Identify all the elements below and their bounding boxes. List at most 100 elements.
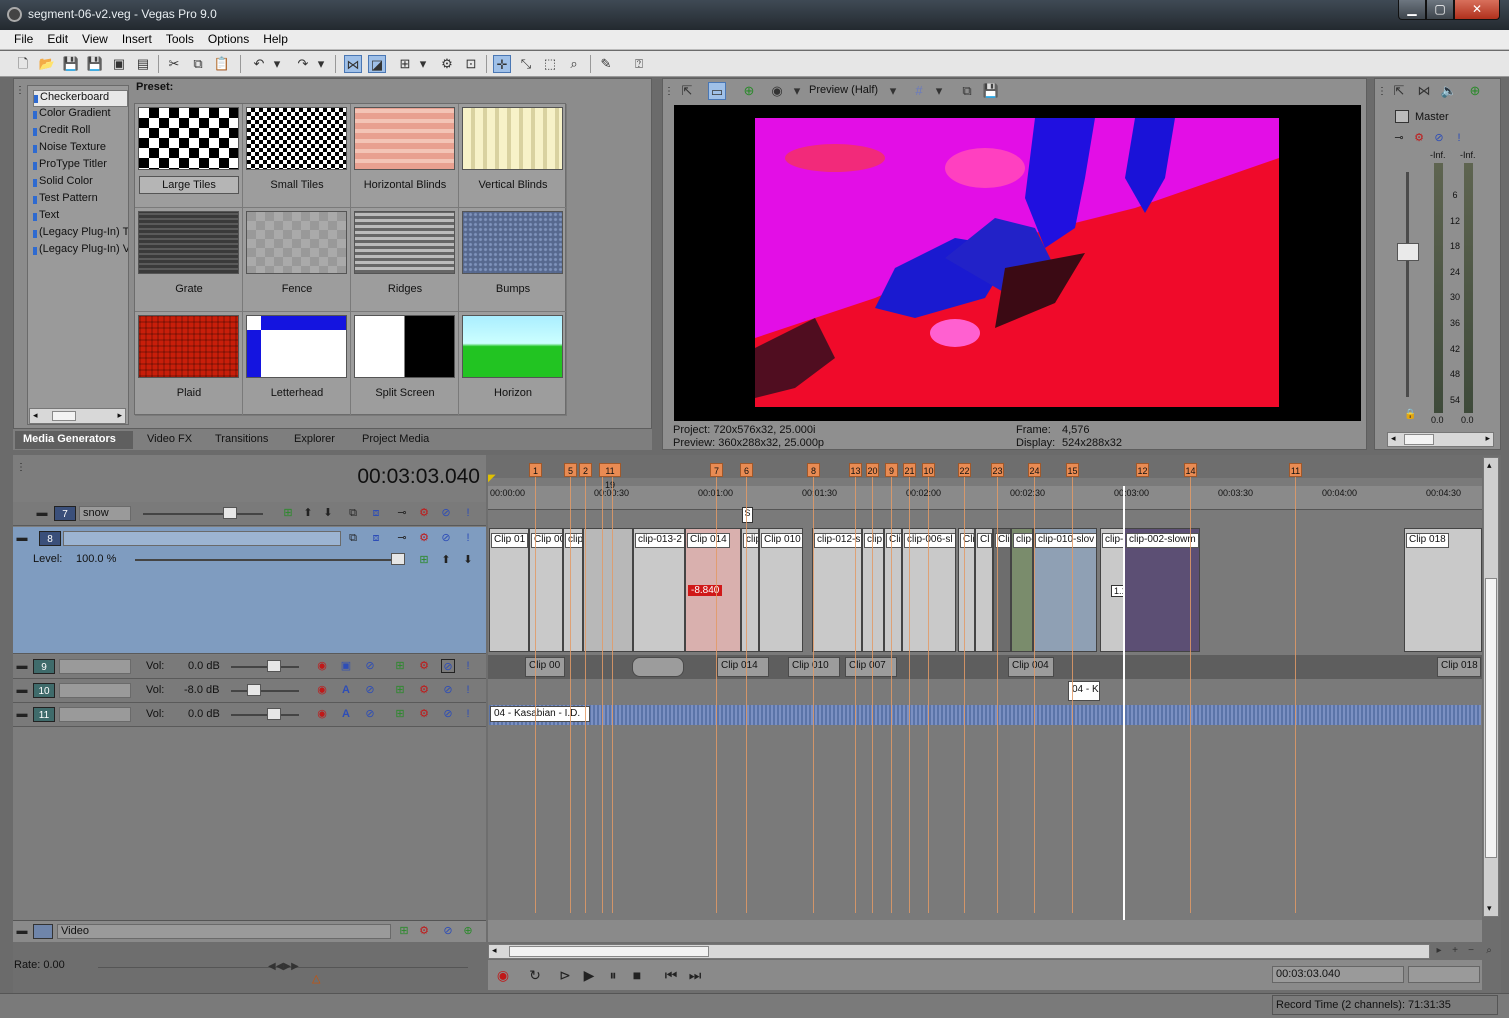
track-fx-gear-icon[interactable]: ⚙ [417, 707, 431, 721]
preset-small-tiles[interactable]: Small Tiles [243, 104, 351, 208]
envelope-tool-icon[interactable]: ⤡ [517, 55, 535, 73]
marker[interactable]: 6 [740, 463, 753, 477]
record-icon[interactable]: ◉ [494, 966, 512, 984]
save-snapshot-icon[interactable]: 💾 [982, 82, 1000, 100]
loop-playback-icon[interactable]: ↻ [526, 966, 544, 984]
undo-dropdown-icon[interactable]: ▾ [272, 55, 282, 73]
generator-item[interactable]: Credit Roll [33, 124, 128, 141]
marker[interactable]: 11 19 [599, 463, 621, 490]
render-icon[interactable]: ▣ [110, 55, 128, 73]
mute-icon[interactable]: ⊘ [1432, 131, 1446, 145]
panel-grip-icon[interactable]: ⋮ [1377, 86, 1387, 97]
solo-icon[interactable]: ! [461, 531, 475, 545]
track-minimize-icon[interactable]: ▬ [15, 707, 29, 721]
panel-grip-icon[interactable]: ⋮ [15, 85, 25, 96]
track-fx-gear-icon[interactable]: ⚙ [417, 683, 431, 697]
minimize-button[interactable]: ▁ [1398, 0, 1426, 20]
redo-icon[interactable]: ↷ [294, 55, 312, 73]
video-clip[interactable]: clip [563, 528, 583, 652]
mute-icon[interactable]: ⊘ [441, 683, 455, 697]
menu-view[interactable]: View [75, 30, 115, 46]
region-marker[interactable]: S [742, 507, 753, 523]
composite-slider-thumb[interactable] [223, 507, 237, 519]
overlays-icon[interactable]: # [910, 82, 928, 100]
invert-phase-icon[interactable]: ⊘ [363, 707, 377, 721]
track-minimize-icon[interactable]: ▬ [15, 531, 29, 545]
zoom-in-icon[interactable]: + [1448, 944, 1462, 958]
scroll-thumb[interactable] [1485, 578, 1497, 858]
quality-dropdown-icon[interactable]: ▾ [888, 82, 898, 100]
generator-item[interactable]: Color Gradient [33, 107, 128, 124]
master-properties-icon[interactable]: ⇱ [1390, 82, 1408, 100]
preset-horizontal-blinds[interactable]: Horizontal Blinds [351, 104, 459, 208]
marker[interactable]: 21 [903, 463, 916, 477]
track-name[interactable] [59, 707, 131, 722]
arm-record-icon[interactable]: ◉ [315, 707, 329, 721]
video-fx-icon[interactable]: ⊕ [740, 82, 758, 100]
playhead[interactable] [1123, 486, 1125, 942]
tab-media-generators[interactable]: Media Generators [15, 431, 133, 449]
make-compositing-child-icon[interactable]: ⧈ [369, 531, 383, 545]
help-pointer-icon[interactable]: ⍰ [630, 55, 648, 73]
pan-icon[interactable]: ⊞ [393, 707, 407, 721]
invert-phase-icon[interactable]: ⊘ [363, 659, 377, 673]
video-clip[interactable]: clip-006-sl [902, 528, 956, 652]
audio-waveform[interactable] [489, 705, 1481, 725]
track-name[interactable] [63, 531, 341, 546]
preset-fence[interactable]: Fence [243, 208, 351, 312]
tab-video-fx[interactable]: Video FX [139, 431, 200, 449]
pan-icon[interactable]: ⊞ [393, 659, 407, 673]
mute-icon[interactable]: ⊘ [441, 659, 455, 673]
parent-track-icon[interactable]: ⬆ [439, 553, 453, 567]
generator-list-scrollbar[interactable]: ◂ ▸ [29, 408, 126, 424]
video-clip[interactable]: clip- 1.120 [1100, 528, 1124, 652]
video-clip[interactable]: Clip 010 [759, 528, 803, 652]
track-name[interactable] [59, 659, 131, 674]
video-clip[interactable]: Clip 018 [1404, 528, 1482, 652]
audio-clip[interactable] [632, 657, 684, 677]
scroll-up-icon[interactable]: ▴ [1487, 460, 1492, 471]
menu-tools[interactable]: Tools [159, 30, 201, 46]
copy-snapshot-icon[interactable]: ⧉ [958, 82, 976, 100]
mute-icon[interactable]: ⊘ [441, 707, 455, 721]
go-to-start-icon[interactable]: ⏮ [662, 966, 680, 984]
master-fader-thumb[interactable] [1397, 243, 1419, 261]
marker[interactable]: 9 [885, 463, 898, 477]
auto-crossfade-icon[interactable]: ◪ [368, 55, 386, 73]
track-7[interactable]: ▬ 7 snow ⊞ ⬆ ⬇ ⧉ ⧈ ⊸ ⚙ ⊘ ! [13, 502, 486, 526]
solo-icon[interactable]: ! [461, 707, 475, 721]
generator-item[interactable]: (Legacy Plug-In) V [33, 243, 128, 260]
zoom-out-icon[interactable]: − [1464, 944, 1478, 958]
marker[interactable]: 22 [958, 463, 971, 477]
marker[interactable]: 13 [849, 463, 862, 477]
play-icon[interactable]: ▶ [580, 966, 598, 984]
track-fx-gear-icon[interactable]: ⚙ [417, 659, 431, 673]
composite-mode-icon[interactable]: ⧉ [346, 531, 360, 545]
scroll-left-icon[interactable]: ◂ [1391, 433, 1396, 444]
menu-help[interactable]: Help [256, 30, 295, 46]
audio-clip[interactable]: Clip 010 [788, 657, 840, 677]
track-fx-gear-icon[interactable]: ⚙ [417, 531, 431, 545]
track-minimize-icon[interactable]: ▬ [35, 506, 49, 520]
tab-transitions[interactable]: Transitions [207, 431, 276, 449]
solo-icon[interactable]: ! [461, 659, 475, 673]
marker[interactable]: 20 [866, 463, 879, 477]
marker[interactable]: 11 [1289, 463, 1302, 477]
stop-icon[interactable]: ■ [628, 966, 646, 984]
track-name[interactable]: snow [79, 506, 131, 521]
new-icon[interactable]: 🗋 [14, 55, 32, 73]
generator-item[interactable]: Solid Color [33, 175, 128, 192]
ripple-edit-icon[interactable]: ⊞ [396, 55, 414, 73]
loop-start-icon[interactable]: ◤ [488, 473, 496, 484]
audio-clip[interactable]: 04 - Kasabian - I.D. [490, 706, 590, 722]
marker[interactable]: 10 [922, 463, 935, 477]
normal-edit-tool-icon[interactable]: ✛ [493, 55, 511, 73]
scroll-thumb[interactable] [52, 411, 76, 421]
mute-icon[interactable]: ⊘ [439, 506, 453, 520]
cut-icon[interactable]: ✂ [165, 55, 183, 73]
master-properties-icon[interactable] [1395, 110, 1409, 123]
video-clip[interactable]: clip- [1011, 528, 1033, 652]
preset-large-tiles[interactable]: Large Tiles [135, 104, 243, 208]
preset-plaid[interactable]: Plaid [135, 312, 243, 416]
generator-item[interactable]: Text [33, 209, 128, 226]
